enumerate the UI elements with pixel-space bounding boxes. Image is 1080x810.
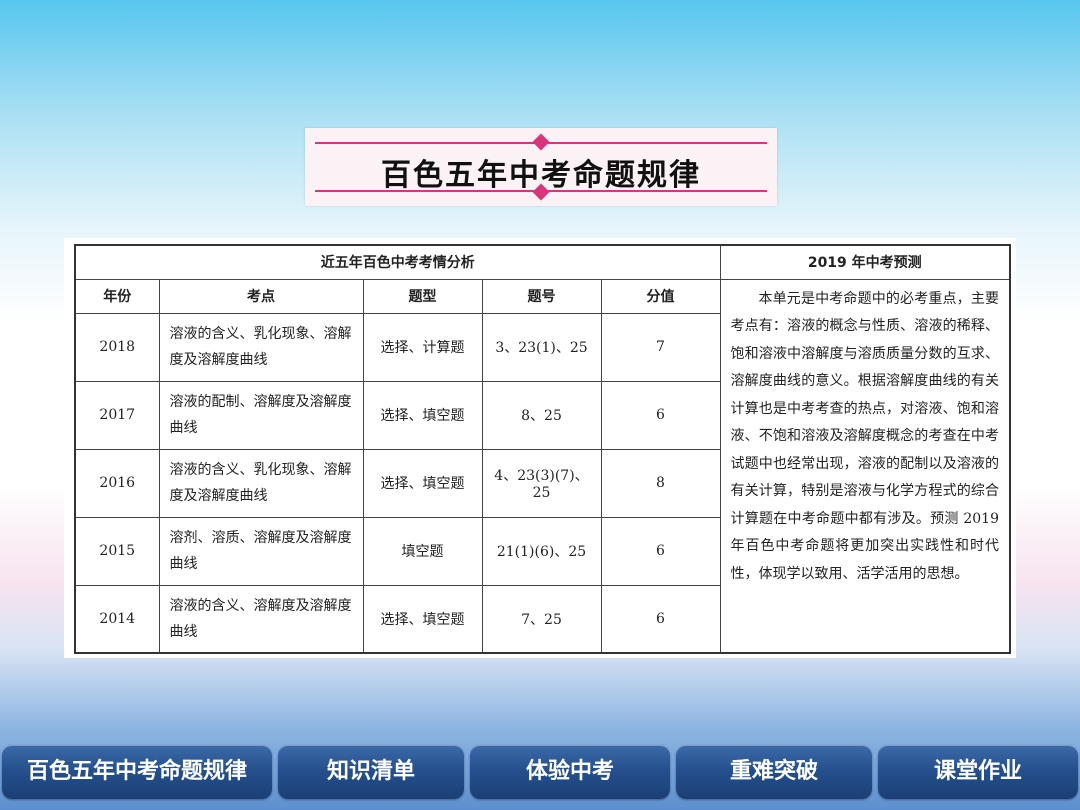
number-cell: 7、25 bbox=[481, 584, 602, 654]
nav-button-homework[interactable]: 课堂作业 bbox=[878, 745, 1078, 799]
type-cell: 填空题 bbox=[362, 516, 483, 586]
type-cell: 选择、填空题 bbox=[362, 584, 483, 654]
score-cell: 6 bbox=[600, 380, 721, 450]
title-diamond-top bbox=[532, 133, 550, 151]
title-banner: 百色五年中考命题规律 bbox=[305, 128, 777, 206]
prediction-text: 本单元是中考命题中的必考重点，主要考点有：溶液的概念与性质、溶液的稀释、饱和溶液… bbox=[730, 290, 1000, 582]
col-number-header: 题号 bbox=[481, 278, 602, 314]
topic-cell: 溶液的含义、乳化现象、溶解度及溶解度曲线 bbox=[158, 448, 364, 518]
col-topic-header: 考点 bbox=[158, 278, 364, 314]
exam-analysis-table: 近五年百色中考考情分析 2019 年中考预测 年份 考点 题型 题号 分值 本单… bbox=[74, 244, 1011, 654]
prediction-cell: 本单元是中考命题中的必考重点，主要考点有：溶液的概念与性质、溶液的稀释、饱和溶液… bbox=[719, 278, 1011, 654]
score-cell: 6 bbox=[600, 516, 721, 586]
topic-cell: 溶液的含义、乳化现象、溶解度及溶解度曲线 bbox=[158, 312, 364, 382]
col-type-header: 题型 bbox=[362, 278, 483, 314]
analysis-header: 近五年百色中考考情分析 bbox=[74, 244, 721, 280]
nav-button-key-points[interactable]: 重难突破 bbox=[676, 745, 872, 799]
year-cell: 2015 bbox=[74, 516, 160, 586]
table-panel: 近五年百色中考考情分析 2019 年中考预测 年份 考点 题型 题号 分值 本单… bbox=[64, 238, 1016, 658]
year-cell: 2018 bbox=[74, 312, 160, 382]
score-cell: 8 bbox=[600, 448, 721, 518]
number-cell: 3、23(1)、25 bbox=[481, 312, 602, 382]
topic-cell: 溶液的含义、溶解度及溶解度曲线 bbox=[158, 584, 364, 654]
score-cell: 6 bbox=[600, 584, 721, 654]
col-year-header: 年份 bbox=[74, 278, 160, 314]
type-cell: 选择、计算题 bbox=[362, 312, 483, 382]
year-cell: 2016 bbox=[74, 448, 160, 518]
year-cell: 2017 bbox=[74, 380, 160, 450]
number-cell: 8、25 bbox=[481, 380, 602, 450]
col-score-header: 分值 bbox=[600, 278, 721, 314]
topic-cell: 溶剂、溶质、溶解度及溶解度曲线 bbox=[158, 516, 364, 586]
score-cell: 7 bbox=[600, 312, 721, 382]
number-cell: 21(1)(6)、25 bbox=[481, 516, 602, 586]
nav-button-exam-experience[interactable]: 体验中考 bbox=[470, 745, 670, 799]
number-cell: 4、23(3)(7)、25 bbox=[481, 448, 602, 518]
nav-button-knowledge[interactable]: 知识清单 bbox=[278, 745, 464, 799]
column-header-row: 年份 考点 题型 题号 分值 本单元是中考命题中的必考重点，主要考点有：溶液的概… bbox=[74, 278, 1011, 654]
table-header-row: 近五年百色中考考情分析 2019 年中考预测 bbox=[74, 244, 1011, 280]
bottom-nav: 百色五年中考命题规律 知识清单 体验中考 重难突破 课堂作业 bbox=[0, 745, 1080, 800]
nav-button-rules[interactable]: 百色五年中考命题规律 bbox=[2, 745, 272, 799]
type-cell: 选择、填空题 bbox=[362, 448, 483, 518]
type-cell: 选择、填空题 bbox=[362, 380, 483, 450]
prediction-header: 2019 年中考预测 bbox=[719, 244, 1011, 280]
year-cell: 2014 bbox=[74, 584, 160, 654]
topic-cell: 溶液的配制、溶解度及溶解度曲线 bbox=[158, 380, 364, 450]
